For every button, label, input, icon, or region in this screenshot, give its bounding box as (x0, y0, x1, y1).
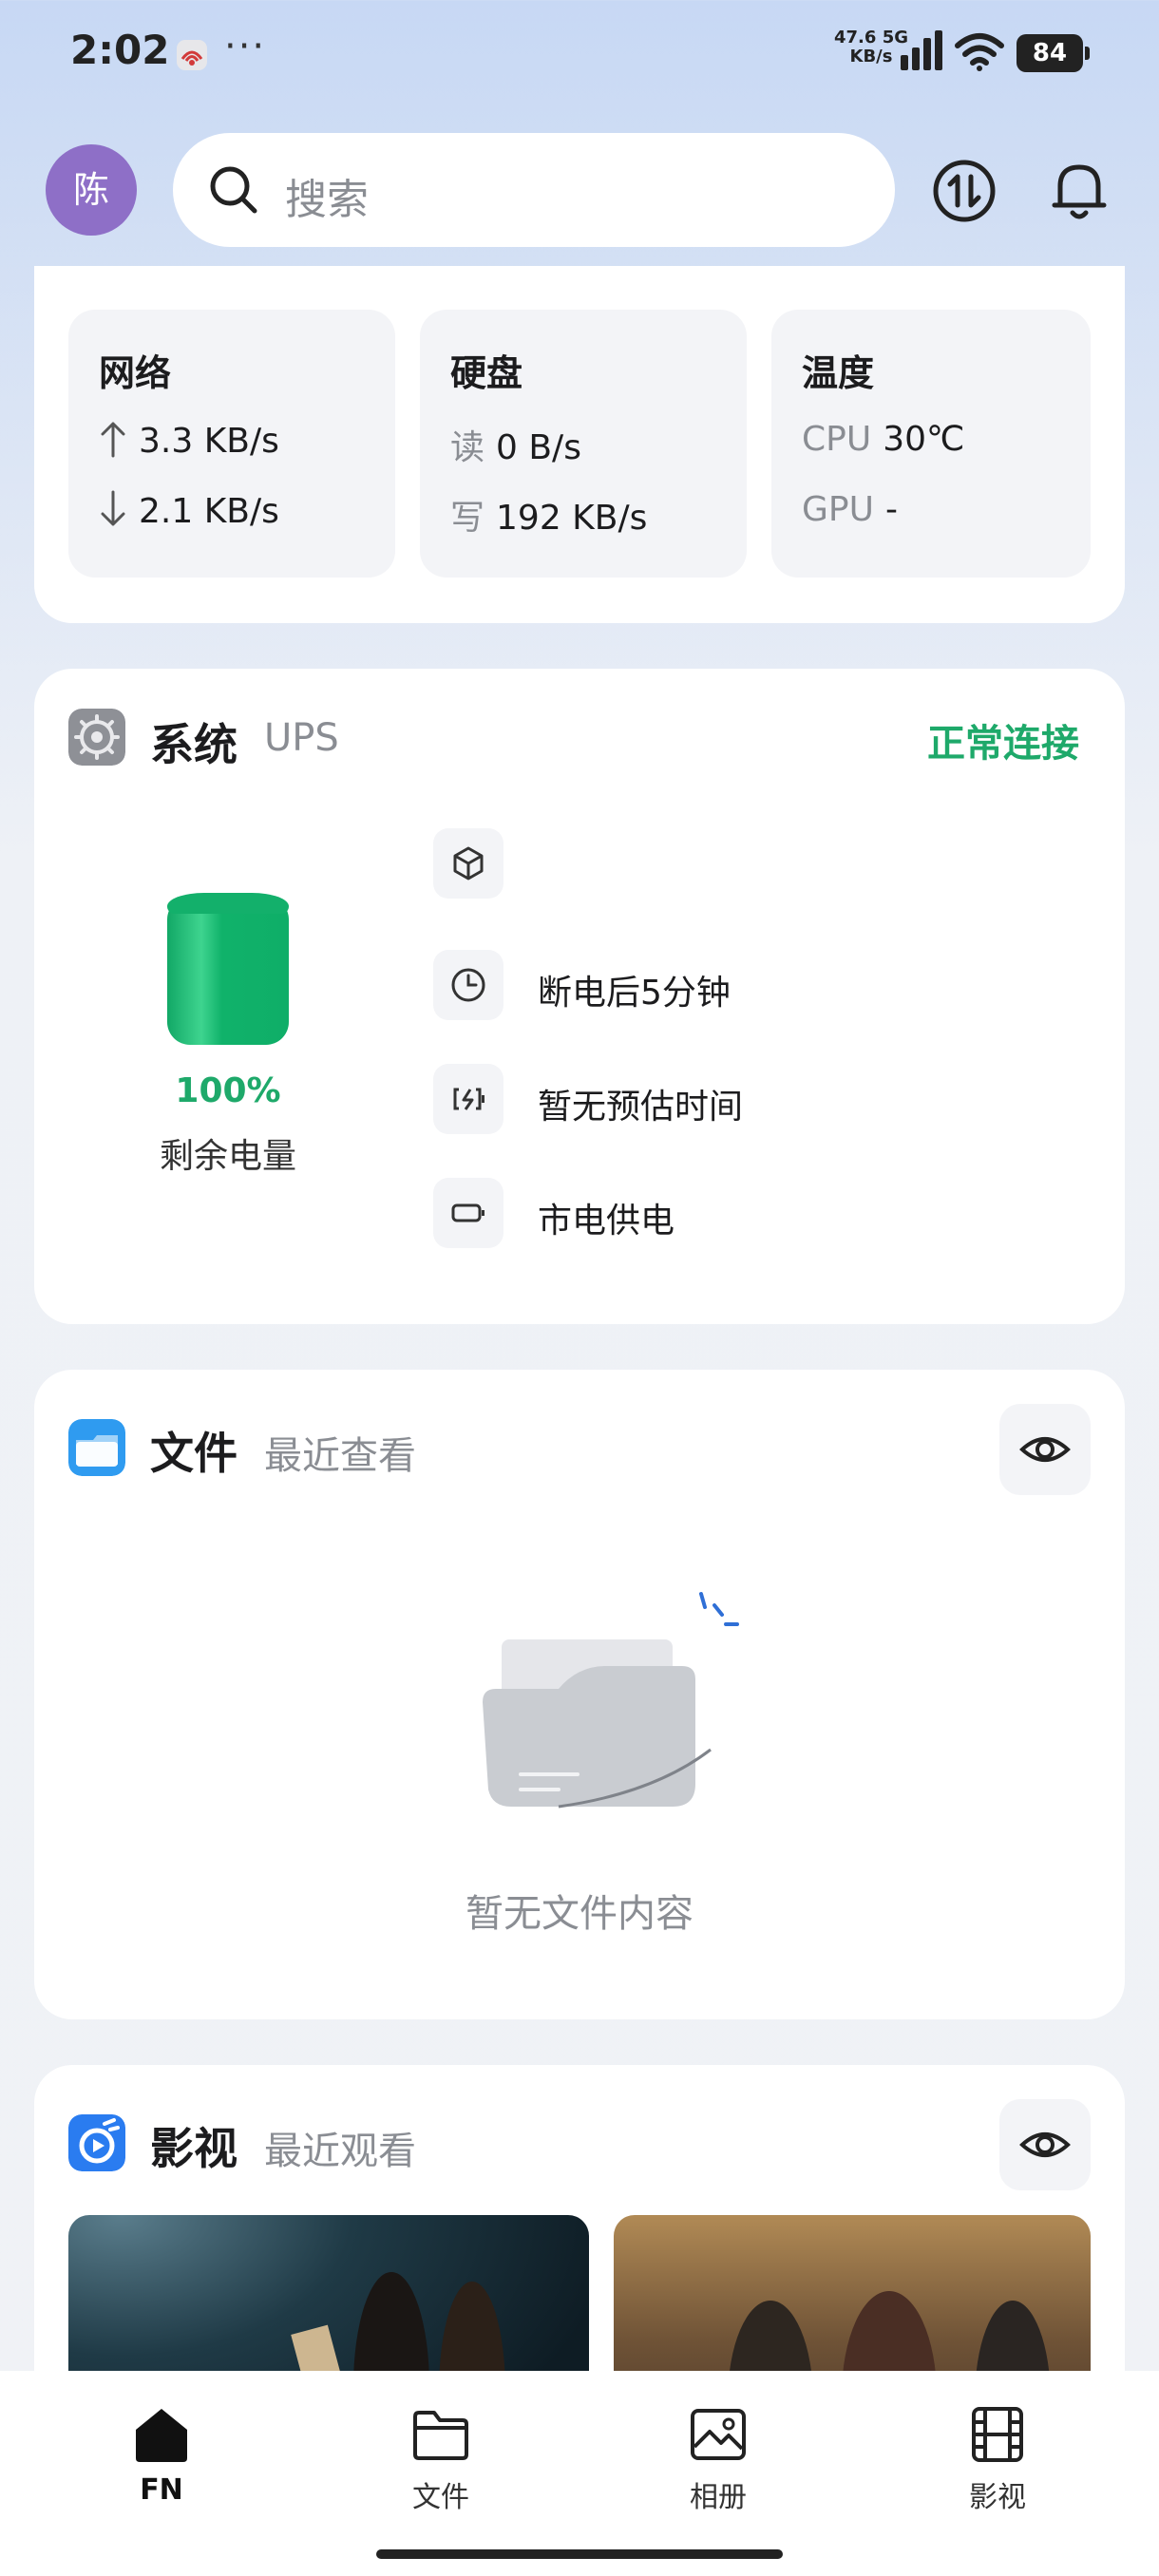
ups-shutdown-text: 断电后5分钟 (538, 974, 731, 1013)
network-download-value: 2.1 KB/s (139, 492, 279, 531)
files-title: 文件 (150, 1428, 238, 1479)
disk-write-value: 192 KB/s (496, 499, 648, 538)
ups-power-source-text: 市电供电 (538, 1202, 675, 1241)
battery-charging-icon (453, 1088, 484, 1110)
ups-row-runtime (433, 1064, 504, 1134)
status-more-indicator: ··· (224, 25, 267, 68)
disk-write-label: 写 (450, 499, 485, 538)
ups-card[interactable]: 系统 UPS 正常连接 100% 剩余电量 断电后5分钟 暂无预估时间 市电供电 (34, 669, 1125, 1324)
video-title: 影视 (150, 2123, 238, 2174)
avatar[interactable]: 陈 (46, 144, 137, 236)
home-indicator[interactable] (376, 2549, 783, 2559)
cube-icon (453, 846, 484, 881)
battery-label: 剩余电量 (159, 1137, 296, 1176)
clock-icon (451, 968, 485, 1002)
film-icon (972, 2407, 1023, 2462)
eye-icon (1019, 1437, 1071, 1462)
network-upload: 3.3 KB/s (99, 420, 279, 461)
disk-write: 写 192 KB/s (450, 490, 647, 540)
cpu-label: CPU (802, 420, 872, 459)
ups-row-cube (433, 828, 504, 899)
ups-title: 系统 (150, 719, 238, 770)
gpu-temperature: GPU - (802, 490, 898, 529)
temperature-title: 温度 (802, 352, 875, 394)
nav-item-fn[interactable]: FN (76, 2403, 247, 2507)
image-icon (691, 2409, 746, 2460)
files-app-icon (68, 1419, 125, 1476)
nav-label-fn: FN (140, 2473, 183, 2507)
app-notification-icon (177, 40, 207, 70)
nav-label-files: 文件 (412, 2481, 469, 2514)
ups-row-power-source (433, 1178, 504, 1248)
gpu-label: GPU (802, 490, 874, 529)
ups-subtitle: UPS (264, 716, 339, 760)
network-speed-value: 47.6 (834, 28, 877, 47)
network-speed-unit: KB/s (849, 47, 893, 66)
files-empty-text: 暂无文件内容 (466, 1892, 694, 1936)
battery-outline-icon (451, 1203, 484, 1222)
transfer-icon[interactable] (931, 158, 998, 224)
disk-metric[interactable]: 硬盘 读 0 B/s 写 192 KB/s (420, 310, 747, 578)
battery-level-top (167, 893, 289, 914)
cpu-temperature: CPU 30℃ (802, 420, 964, 459)
bell-icon[interactable] (1045, 156, 1113, 224)
arrow-up-icon (101, 422, 125, 458)
nav-item-files[interactable]: 文件 (355, 2403, 526, 2515)
system-gear-icon (68, 709, 125, 766)
nav-item-video[interactable]: 影视 (912, 2403, 1083, 2515)
files-subtitle: 最近查看 (264, 1434, 416, 1478)
nav-label-photos: 相册 (690, 2481, 747, 2514)
search-input[interactable]: 搜索 (173, 133, 895, 247)
status-bar: 2:02 ··· 47.6 5G KB/s 84 (0, 0, 1159, 104)
video-app-icon (68, 2114, 125, 2171)
eye-icon (1019, 2132, 1071, 2157)
nav-item-photos[interactable]: 相册 (633, 2403, 804, 2515)
folder-icon (413, 2411, 468, 2460)
network-download: 2.1 KB/s (99, 490, 279, 531)
home-icon (136, 2409, 187, 2462)
bottom-nav: FN 文件 相册 影视 (0, 2371, 1159, 2576)
disk-title: 硬盘 (450, 352, 523, 394)
wifi-icon (955, 33, 1004, 71)
search-icon (210, 166, 257, 214)
signal-icon (901, 30, 942, 70)
battery-indicator: 84 (1016, 34, 1090, 72)
metrics-card: 网络 3.3 KB/s 2.1 KB/s 硬盘 读 0 B/s 写 192 KB/s… (34, 266, 1125, 623)
battery-percent: 100% (175, 1071, 281, 1110)
ups-runtime-text: 暂无预估时间 (538, 1088, 744, 1127)
battery-level-graphic (167, 897, 289, 1045)
ups-status: 正常连接 (927, 722, 1079, 766)
files-visibility-button[interactable] (999, 1404, 1091, 1495)
temperature-metric[interactable]: 温度 CPU 30℃ GPU - (771, 310, 1091, 578)
search-placeholder: 搜索 (285, 176, 369, 224)
ups-row-clock (433, 950, 504, 1020)
disk-read: 读 0 B/s (450, 420, 581, 469)
video-subtitle: 最近观看 (264, 2130, 416, 2173)
cpu-value: 30℃ (883, 420, 965, 459)
disk-read-value: 0 B/s (496, 428, 581, 467)
network-metric[interactable]: 网络 3.3 KB/s 2.1 KB/s (68, 310, 395, 578)
empty-folder-illustration (483, 1592, 739, 1809)
video-visibility-button[interactable] (999, 2099, 1091, 2190)
network-speed: 47.6 5G KB/s (834, 28, 908, 66)
disk-read-label: 读 (450, 428, 485, 467)
status-time: 2:02 (70, 27, 170, 73)
nav-label-video: 影视 (969, 2481, 1026, 2514)
files-card[interactable]: 文件 最近查看 暂无文件内容 (34, 1370, 1125, 2019)
arrow-down-icon (101, 490, 125, 526)
gpu-value: - (884, 490, 898, 529)
network-title: 网络 (99, 352, 172, 394)
network-upload-value: 3.3 KB/s (139, 422, 279, 461)
